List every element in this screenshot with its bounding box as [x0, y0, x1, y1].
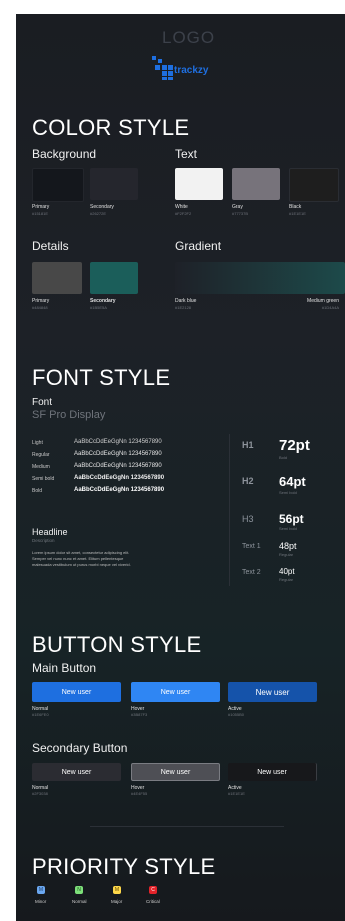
swatch-hex: #1B5E5A	[90, 305, 107, 310]
priority-minor-badge: M	[37, 886, 45, 894]
font-weight-name: Light	[32, 440, 43, 446]
priority-label: Normal	[72, 899, 87, 904]
size-label: Text 1	[242, 543, 261, 550]
size-label: Text 2	[242, 569, 261, 576]
swatch-hex: #15181E	[32, 211, 49, 216]
font-weight-sample: AaBbCcDdEeGgNn 1234567890	[74, 439, 162, 445]
trackzy-logo-icon	[152, 56, 173, 80]
font-style-title: FONT STYLE	[32, 365, 171, 390]
swatch-details-primary	[32, 262, 82, 294]
button-state-hex: #4E4F55	[131, 791, 148, 796]
swatch-hex: #484848	[32, 305, 48, 310]
font-weight-sample: AaBbCcDdEeGgNn 1234567890	[74, 463, 162, 469]
swatch-text-gray	[232, 168, 280, 200]
priority-label: Critical	[146, 899, 160, 904]
swatch-label: Primary	[32, 298, 50, 304]
size-label: H2	[242, 476, 254, 486]
secondary-button-active[interactable]: New user	[228, 763, 317, 781]
style-guide-panel: LOGO trackzy COLOR STYLE Background Text…	[16, 14, 345, 921]
size-weight: Semi bold	[279, 526, 297, 531]
size-weight: Semi bold	[279, 490, 297, 495]
main-button-normal[interactable]: New user	[32, 682, 121, 702]
main-button-hover[interactable]: New user	[131, 682, 220, 702]
body-text-line: Semper vel nunc nunc et amet. Elitum pel…	[32, 556, 124, 561]
logo-placeholder: LOGO	[162, 28, 216, 47]
font-weight-name: Bold	[32, 488, 43, 494]
size-weight: Bold	[279, 455, 288, 460]
size-weight: Regular	[279, 552, 294, 557]
priority-style-title: PRIORITY STYLE	[32, 854, 216, 879]
size-label: H3	[242, 514, 254, 524]
priority-critical-badge: C	[149, 886, 157, 894]
secondary-button-normal[interactable]: New user	[32, 763, 121, 781]
details-title: Details	[32, 239, 69, 253]
main-button-active[interactable]: New user	[228, 682, 317, 702]
font-divider	[229, 434, 230, 586]
swatch-label: Secondary	[90, 204, 114, 210]
priority-major-badge: M	[113, 886, 121, 894]
swatch-hex: #1E1E1E	[289, 211, 306, 216]
swatch-label: Secondary	[90, 298, 116, 304]
size-label: H1	[242, 440, 254, 450]
swatch-hex: #77737B	[232, 211, 249, 216]
button-state-hex: #2F3038	[32, 791, 48, 796]
main-button-title: Main Button	[32, 661, 97, 675]
swatch-bg-secondary	[90, 168, 138, 200]
body-text-line: Lorem ipsum dolor sit amet, consectetur …	[32, 550, 130, 555]
swatch-hex: #F2F2F2	[175, 211, 192, 216]
gradient-start-label: Dark blue	[175, 298, 197, 304]
secondary-button-title: Secondary Button	[32, 741, 128, 755]
gradient-end-label: Medium green	[307, 298, 339, 304]
button-state-hex: #1E6FE0	[32, 712, 49, 717]
priority-label: Minor	[35, 899, 47, 904]
headline-sample: Headline	[32, 527, 68, 537]
size-value: 48pt	[279, 541, 297, 551]
priority-normal-badge: N	[75, 886, 83, 894]
button-state-hex: #1E1E1E	[228, 791, 245, 796]
button-style-title: BUTTON STYLE	[32, 632, 202, 657]
gradient-start-hex: #1E2128	[175, 305, 192, 310]
swatch-text-white	[175, 168, 223, 200]
font-weight-sample: AaBbCcDdEeGgNn 1234567890	[74, 451, 162, 457]
font-label: Font	[32, 397, 53, 408]
gradient-end-hex: #1D4A4A	[321, 305, 339, 310]
swatch-label: Black	[289, 204, 302, 210]
swatch-label: Gray	[232, 204, 243, 210]
background-title: Background	[32, 147, 97, 161]
text-title: Text	[175, 147, 198, 161]
size-value: 40pt	[279, 567, 295, 576]
swatch-hex: #26272E	[90, 211, 107, 216]
description-sample: Description	[32, 538, 55, 543]
size-value: 56pt	[279, 512, 304, 526]
swatch-label: Primary	[32, 204, 50, 210]
secondary-button-hover[interactable]: New user	[131, 763, 220, 781]
font-name: SF Pro Display	[32, 409, 106, 421]
size-value: 64pt	[279, 474, 306, 489]
size-weight: Regular	[279, 577, 294, 582]
color-style-title: COLOR STYLE	[32, 115, 190, 140]
font-weight-sample: AaBbCcDdEeGgNn 1234567890	[74, 475, 165, 481]
gradient-title: Gradient	[175, 239, 222, 253]
font-weight-name: Semi bold	[32, 476, 55, 482]
priority-label: Major	[111, 899, 123, 904]
body-text-line: malesuada vestibulum ut purus morbi nequ…	[32, 562, 131, 567]
size-value: 72pt	[279, 437, 310, 454]
swatch-bg-primary	[32, 168, 84, 202]
font-weight-name: Medium	[32, 464, 50, 470]
font-weight-name: Regular	[32, 452, 50, 458]
swatch-gradient	[175, 262, 345, 294]
font-weight-sample: AaBbCcDdEeGgNn 1234567890	[74, 487, 165, 493]
section-divider	[90, 826, 284, 827]
swatch-label: White	[175, 204, 188, 210]
brand-name: trackzy	[174, 65, 209, 76]
button-state-hex: #1055B0	[228, 712, 245, 717]
swatch-text-black	[289, 168, 339, 202]
swatch-details-secondary	[90, 262, 138, 294]
button-state-hex: #3B87F3	[131, 712, 148, 717]
